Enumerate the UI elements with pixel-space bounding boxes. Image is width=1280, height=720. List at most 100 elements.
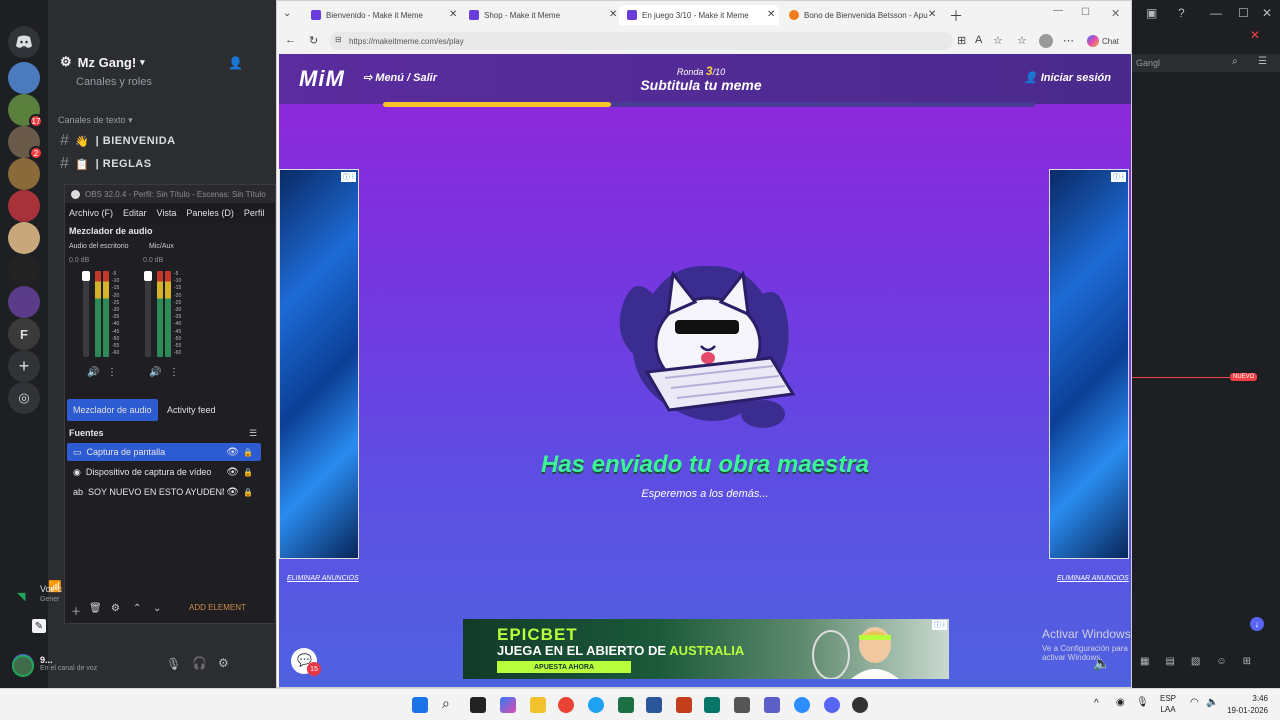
file-explorer-icon[interactable] (530, 697, 546, 713)
menu-editar[interactable]: Editar (123, 208, 147, 218)
reload-icon[interactable]: ↻ (309, 34, 318, 47)
wifi-icon[interactable]: ◠ (1190, 697, 1199, 708)
invite-icon[interactable]: 👤 (228, 56, 243, 70)
volume-slider-mic[interactable] (144, 271, 152, 357)
tab-audio-mixer[interactable]: Mezclador de audio (67, 399, 158, 421)
eye-icon[interactable]: 👁 (226, 447, 239, 458)
favorite-star-icon[interactable]: ☆ (993, 34, 1003, 47)
add-source-icon[interactable]: ＋ (71, 603, 81, 618)
maximize-icon[interactable]: ☐ (1081, 7, 1090, 18)
more-options-icon[interactable]: ⋮ (169, 367, 179, 378)
close-window-icon[interactable]: ✕ (1262, 6, 1272, 20)
read-aloud-icon[interactable]: A (975, 34, 982, 46)
new-tab-icon[interactable]: ＋ (949, 6, 963, 26)
remove-ads-link-right[interactable]: ELIMINAR ANUNCIOS (1057, 575, 1129, 582)
more-menu-icon[interactable]: ⋯ (1063, 34, 1074, 47)
teams-icon[interactable] (764, 697, 780, 713)
copilot-icon[interactable] (500, 697, 516, 713)
discord-icon[interactable] (824, 697, 840, 713)
browser-tab-3-active[interactable]: En juego 3/10 - Make it Meme (619, 5, 779, 25)
bottom-ad-banner[interactable]: EPICBET JUEGA EN EL ABIERTO DE AUSTRALIA… (463, 619, 949, 679)
snipping-tool-icon[interactable] (734, 697, 750, 713)
text-channels-header[interactable]: Canales de texto ▾ (58, 115, 133, 126)
gift-icon[interactable]: ▦ (1140, 656, 1149, 667)
copilot-button[interactable]: Chat (1087, 32, 1119, 50)
close-tab-icon[interactable]: ✕ (767, 9, 775, 20)
tray-chevron-up-icon[interactable]: ^ (1094, 698, 1099, 709)
add-server-icon[interactable]: + (8, 350, 40, 382)
headphones-icon[interactable]: 🎧 (192, 656, 207, 670)
inbox-icon[interactable]: ▣ (1146, 6, 1157, 20)
browser-tab-4[interactable]: Bono de Bienvenida Betsson - Apu (781, 5, 937, 25)
add-element-button[interactable]: ADD ELEMENT (189, 603, 246, 612)
menu-perfil[interactable]: Perfil (244, 208, 265, 218)
server-icon-5[interactable] (8, 190, 40, 222)
task-view-icon[interactable] (470, 697, 486, 713)
speaker-icon[interactable]: 🔊 (87, 367, 99, 378)
source-row-screen-capture[interactable]: ▭ Captura de pantalla 👁 🔒 (67, 443, 261, 461)
adchoices-icon[interactable]: ⓘ ⁝ (931, 620, 947, 630)
chrome-icon[interactable] (558, 697, 574, 713)
volume-slider-desktop[interactable] (82, 271, 90, 357)
menu-vista[interactable]: Vista (157, 208, 177, 218)
close-tab-icon[interactable]: ✕ (449, 9, 457, 20)
menu-icon[interactable]: ☰ (1258, 56, 1267, 67)
browser-tab-2[interactable]: Shop - Make it Meme (461, 5, 617, 25)
server-icon-3[interactable]: 2 (8, 126, 43, 160)
lock-icon[interactable]: 🔒 (243, 488, 253, 497)
close-icon[interactable]: ✕ (1250, 28, 1260, 42)
site-info-icon[interactable]: ⊟ (335, 35, 342, 44)
minimize-icon[interactable]: — (1053, 5, 1063, 16)
server-icon-8[interactable] (8, 286, 40, 318)
close-window-icon[interactable]: ✕ (1111, 7, 1120, 20)
trash-icon[interactable]: 🗑 (89, 603, 102, 614)
server-icon-1[interactable] (8, 62, 40, 94)
ad-cta-button[interactable]: APUESTA AHORA (497, 661, 631, 673)
language-indicator[interactable]: ESP LAA (1160, 693, 1176, 715)
volume-icon[interactable]: 🔈 (1206, 697, 1218, 708)
maximize-icon[interactable]: ☐ (1238, 6, 1249, 20)
more-options-icon[interactable]: ⋮ (107, 367, 117, 378)
tab-activity-feed[interactable]: Activity feed (161, 399, 222, 421)
login-button[interactable]: 👤 Iniciar sesión (1024, 71, 1111, 84)
game-logo[interactable]: MiM (299, 66, 345, 92)
start-menu-icon[interactable] (412, 697, 428, 713)
channels-roles-link[interactable]: Canales y roles (76, 76, 152, 88)
server-icon-2[interactable]: 17 (8, 94, 43, 128)
jump-down-icon[interactable]: ↓ (1250, 617, 1264, 631)
server-icon-9[interactable]: F (8, 318, 40, 350)
speaker-icon[interactable]: 🔊 (149, 367, 161, 378)
eye-icon[interactable]: 👁 (226, 467, 239, 478)
move-down-icon[interactable]: ⌄ (153, 603, 161, 614)
source-row-text[interactable]: ab SOY NUEVO EN ESTO AYUDENME A 👁 🔒 (67, 483, 261, 501)
clock[interactable]: 3:46 19-01-2026 (1227, 693, 1268, 717)
channel-reglas[interactable]: # 📋 | REGLAS (60, 155, 152, 173)
tray-mic-icon[interactable]: 🎙 (1136, 697, 1149, 708)
tab-list-chevron-icon[interactable]: ⌄ (283, 8, 291, 19)
eye-icon[interactable]: 👁 (226, 487, 239, 498)
source-row-video-capture[interactable]: ◉ Dispositivo de captura de vídeo 👁 🔒 (67, 463, 261, 481)
microphone-icon[interactable]: 🎙 (166, 657, 181, 671)
discover-icon[interactable]: ◎ (8, 382, 40, 414)
apps-icon[interactable]: ⊞ (1243, 656, 1251, 667)
emoji-icon[interactable]: ☺ (1216, 656, 1226, 667)
obs-icon[interactable] (852, 697, 868, 713)
menu-paneles[interactable]: Paneles (D) (186, 208, 234, 218)
help-icon[interactable]: ? (1178, 6, 1185, 20)
publisher-icon[interactable] (704, 697, 720, 713)
back-icon[interactable]: ← (285, 34, 296, 46)
search-icon[interactable]: ⌕ (442, 695, 458, 711)
pencil-icon[interactable]: ✎ (32, 619, 46, 633)
lock-icon[interactable]: 🔒 (243, 448, 253, 457)
excel-icon[interactable] (618, 697, 634, 713)
server-icon-4[interactable] (8, 158, 40, 190)
settings-gear-icon[interactable]: ⚙ (218, 656, 229, 670)
discord-home-icon[interactable] (8, 26, 40, 58)
channel-bienvenida[interactable]: # 👋 | BIENVENIDA (60, 132, 176, 150)
close-tab-icon[interactable]: ✕ (609, 9, 617, 20)
server-icon-7[interactable] (8, 254, 40, 286)
user-avatar[interactable] (12, 655, 34, 677)
edge-icon[interactable] (588, 697, 604, 713)
gif-icon[interactable]: ▤ (1165, 656, 1174, 667)
menu-archivo[interactable]: Archivo (F) (69, 208, 113, 218)
